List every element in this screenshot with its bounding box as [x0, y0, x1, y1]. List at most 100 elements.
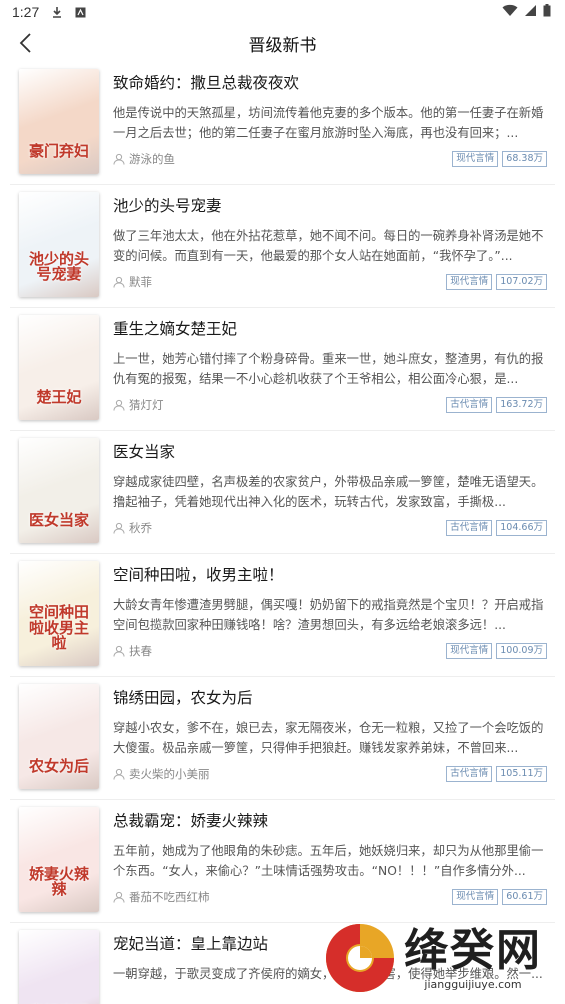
user-icon: [113, 276, 125, 288]
word-count-tag: 163.72万: [496, 397, 547, 413]
battery-icon: [543, 3, 551, 21]
genre-tag: 古代言情: [446, 766, 493, 782]
user-icon: [113, 153, 125, 165]
book-title[interactable]: 池少的头号宠妻: [113, 195, 547, 217]
book-title[interactable]: 致命婚约：撒旦总裁夜夜欢: [113, 72, 547, 94]
watermark-name: 绛癸网: [404, 924, 542, 976]
cover-title: 池少的头号宠妻: [28, 249, 89, 284]
page-title: 晋级新书: [248, 35, 317, 56]
cover-title: 医女当家: [28, 511, 89, 530]
word-count-tag: 68.38万: [502, 151, 547, 167]
cover-title: 豪门弃妇: [28, 142, 89, 161]
book-tags: 现代言情 60.61万: [452, 889, 547, 905]
book-cover[interactable]: 医女当家: [19, 438, 99, 543]
book-info: 重生之嫡女楚王妃 上一世，她芳心错付摔了个粉身碎骨。重来一世，她斗庶女，整渣男，…: [113, 318, 547, 413]
book-description: 做了三年池太太，他在外拈花惹草，她不闻不问。每日的一碗养身补肾汤是她不变的问候。…: [113, 229, 544, 263]
book-cover[interactable]: 空间种田啦收男主啦: [19, 561, 99, 666]
book-info: 致命婚约：撒旦总裁夜夜欢 他是传说中的天煞孤星，坊间流传着他克妻的多个版本。他的…: [113, 72, 547, 167]
book-cover[interactable]: 农女为后: [19, 684, 99, 789]
book-tags: 现代言情 107.02万: [446, 274, 547, 290]
watermark-logo-icon: [326, 924, 394, 992]
book-title[interactable]: 医女当家: [113, 441, 547, 463]
book-meta: 秋乔 古代言情 104.66万: [113, 520, 547, 536]
book-description: 五年前，她成为了他眼角的朱砂痣。五年后，她妖娆归来，却只为从他那里偷一个东西。“…: [113, 844, 544, 878]
watermark-url: jiangguijiuye.com: [424, 977, 522, 991]
book-meta: 游泳的鱼 现代言情 68.38万: [113, 151, 547, 167]
genre-tag: 现代言情: [452, 151, 499, 167]
chevron-left-icon: [19, 33, 31, 53]
book-meta: 猜灯灯 古代言情 163.72万: [113, 397, 547, 413]
book-author: 扶春: [129, 644, 152, 658]
book-list-item[interactable]: 空间种田啦收男主啦 空间种田啦，收男主啦！ 大龄女青年惨遭渣男劈腿，偶买嘎！奶奶…: [10, 554, 555, 677]
cover-title: 农女为后: [28, 757, 89, 776]
book-info: 空间种田啦，收男主啦！ 大龄女青年惨遭渣男劈腿，偶买嘎！奶奶留下的戒指竟然是个宝…: [113, 564, 547, 659]
user-icon: [113, 399, 125, 411]
book-meta: 默菲 现代言情 107.02万: [113, 274, 547, 290]
book-author: 游泳的鱼: [129, 152, 175, 166]
user-icon: [113, 891, 125, 903]
book-list-item[interactable]: 池少的头号宠妻 池少的头号宠妻 做了三年池太太，他在外拈花惹草，她不闻不问。每日…: [10, 185, 555, 308]
book-cover[interactable]: 娇妻火辣辣: [19, 807, 99, 912]
book-author: 番茄不吃西红柿: [129, 890, 210, 904]
page-header: 晋级新书: [0, 24, 565, 62]
status-time: 1:27: [12, 4, 40, 20]
book-description: 上一世，她芳心错付摔了个粉身碎骨。重来一世，她斗庶女，整渣男，有仇的报仇有冤的报…: [113, 352, 544, 386]
book-info: 总裁霸宠：娇妻火辣辣 五年前，她成为了他眼角的朱砂痣。五年后，她妖娆归来，却只为…: [113, 810, 547, 905]
book-description: 大龄女青年惨遭渣男劈腿，偶买嘎！奶奶留下的戒指竟然是个宝贝！？开启戒指空间包揽款…: [113, 598, 544, 632]
book-cover[interactable]: 豪门弃妇: [19, 69, 99, 174]
download-icon: [51, 6, 63, 18]
word-count-tag: 107.02万: [496, 274, 547, 290]
genre-tag: 现代言情: [452, 889, 499, 905]
book-list: 豪门弃妇 致命婚约：撒旦总裁夜夜欢 他是传说中的天煞孤星，坊间流传着他克妻的多个…: [0, 62, 565, 1004]
book-tags: 古代言情 163.72万: [446, 397, 547, 413]
watermark: 绛癸网 jiangguijiuye.com: [322, 912, 565, 1004]
book-description: 穿越小农女，爹不在，娘已去，家无隔夜米，仓无一粒粮，又捡了一个会吃饭的大傻蛋。极…: [113, 721, 544, 755]
book-info: 池少的头号宠妻 做了三年池太太，他在外拈花惹草，她不闻不问。每日的一碗养身补肾汤…: [113, 195, 547, 290]
book-meta: 番茄不吃西红柿 现代言情 60.61万: [113, 889, 547, 905]
book-author: 卖火柴的小美丽: [129, 767, 210, 781]
book-list-item[interactable]: 医女当家 医女当家 穿越成家徒四壁，名声极差的农家贫户，外带极品亲戚一箩筐，楚唯…: [10, 431, 555, 554]
word-count-tag: 60.61万: [502, 889, 547, 905]
wifi-icon: [502, 4, 518, 21]
book-meta: 卖火柴的小美丽 古代言情 105.11万: [113, 766, 547, 782]
book-author: 秋乔: [129, 521, 152, 535]
book-list-item[interactable]: 豪门弃妇 致命婚约：撒旦总裁夜夜欢 他是传说中的天煞孤星，坊间流传着他克妻的多个…: [10, 62, 555, 185]
book-info: 锦绣田园，农女为后 穿越小农女，爹不在，娘已去，家无隔夜米，仓无一粒粮，又捡了一…: [113, 687, 547, 782]
book-description: 穿越成家徒四壁，名声极差的农家贫户，外带极品亲戚一箩筐，楚唯无语望天。撸起袖子，…: [113, 475, 544, 509]
word-count-tag: 104.66万: [496, 520, 547, 536]
user-icon: [113, 645, 125, 657]
book-tags: 现代言情 68.38万: [452, 151, 547, 167]
book-cover[interactable]: 宠妃当道: [19, 930, 99, 1004]
word-count-tag: 100.09万: [496, 643, 547, 659]
book-list-item[interactable]: 楚王妃 重生之嫡女楚王妃 上一世，她芳心错付摔了个粉身碎骨。重来一世，她斗庶女，…: [10, 308, 555, 431]
user-icon: [113, 522, 125, 534]
book-list-item[interactable]: 娇妻火辣辣 总裁霸宠：娇妻火辣辣 五年前，她成为了他眼角的朱砂痣。五年后，她妖娆…: [10, 800, 555, 923]
book-title[interactable]: 总裁霸宠：娇妻火辣辣: [113, 810, 547, 832]
back-button[interactable]: [10, 28, 40, 58]
book-meta: 扶春 现代言情 100.09万: [113, 643, 547, 659]
book-title[interactable]: 重生之嫡女楚王妃: [113, 318, 547, 340]
genre-tag: 现代言情: [446, 274, 493, 290]
app-notification-icon: [75, 7, 86, 18]
book-tags: 现代言情 100.09万: [446, 643, 547, 659]
signal-icon: [524, 4, 537, 21]
user-icon: [113, 768, 125, 780]
cover-title: 娇妻火辣辣: [28, 864, 89, 899]
book-cover[interactable]: 楚王妃: [19, 315, 99, 420]
book-description: 他是传说中的天煞孤星，坊间流传着他克妻的多个版本。他的第一任妻子在新婚一月之后去…: [113, 106, 544, 140]
book-title[interactable]: 锦绣田园，农女为后: [113, 687, 547, 709]
cover-art: [19, 930, 99, 1004]
book-cover[interactable]: 池少的头号宠妻: [19, 192, 99, 297]
book-author: 猜灯灯: [129, 398, 164, 412]
book-list-item[interactable]: 农女为后 锦绣田园，农女为后 穿越小农女，爹不在，娘已去，家无隔夜米，仓无一粒粮…: [10, 677, 555, 800]
status-bar: 1:27: [0, 0, 565, 24]
genre-tag: 现代言情: [446, 643, 493, 659]
book-tags: 古代言情 104.66万: [446, 520, 547, 536]
book-author: 默菲: [129, 275, 152, 289]
word-count-tag: 105.11万: [496, 766, 547, 782]
book-title[interactable]: 空间种田啦，收男主啦！: [113, 564, 547, 586]
book-tags: 古代言情 105.11万: [446, 766, 547, 782]
genre-tag: 古代言情: [446, 520, 493, 536]
book-info: 医女当家 穿越成家徒四壁，名声极差的农家贫户，外带极品亲戚一箩筐，楚唯无语望天。…: [113, 441, 547, 536]
genre-tag: 古代言情: [446, 397, 493, 413]
